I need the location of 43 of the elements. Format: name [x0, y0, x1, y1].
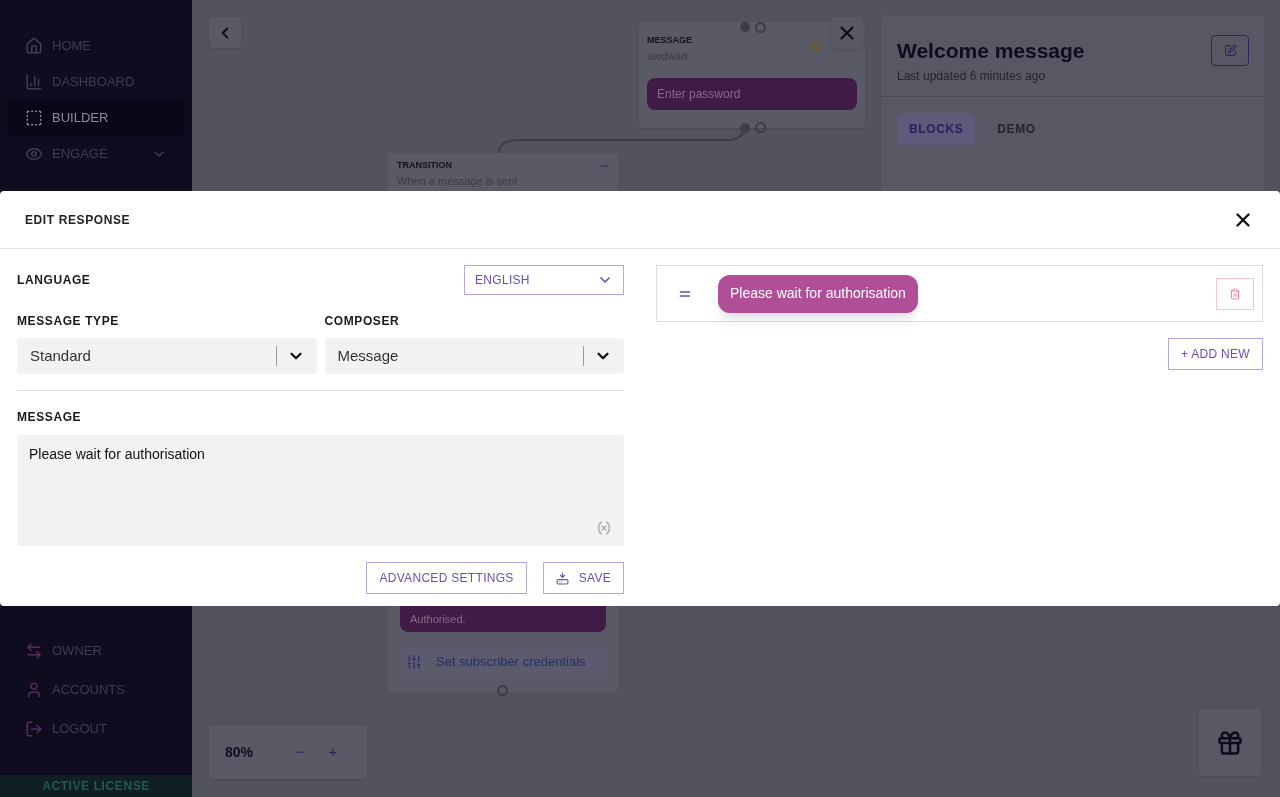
message-type-select[interactable]: Standard	[17, 338, 317, 374]
save-icon	[555, 571, 569, 585]
trash-icon	[1229, 287, 1241, 300]
dialog-title: EDIT RESPONSE	[25, 211, 132, 229]
variable-icon[interactable]	[596, 520, 612, 536]
message-pill: Authorised.	[400, 606, 606, 632]
license-badge: ACTIVE LICENSE	[0, 775, 192, 797]
nav-icon	[25, 720, 43, 738]
message-textarea[interactable]: Please wait for authorisation	[17, 435, 624, 546]
edit-button[interactable]	[1211, 35, 1249, 66]
advanced-settings-button[interactable]: ADVANCED SETTINGS	[366, 562, 527, 594]
sidebar-item[interactable]: BUILDER	[8, 100, 184, 136]
nav-icon	[25, 73, 43, 91]
zoom-out-button[interactable]: −	[277, 740, 323, 764]
nav-icon	[25, 642, 43, 660]
language-select[interactable]: ENGLISH	[464, 265, 624, 295]
gift-button[interactable]	[1199, 709, 1261, 776]
add-new-button[interactable]: + ADD NEW	[1167, 338, 1263, 370]
field-label: MESSAGE TYPE	[17, 313, 120, 330]
field-label: LANGUAGE	[17, 272, 91, 289]
panel-tab[interactable]: BLOCKS	[897, 113, 976, 145]
gift-icon	[1216, 728, 1244, 757]
message-bubble: Please wait for authorisation	[718, 274, 918, 313]
response-row[interactable]: Please wait for authorisation	[656, 265, 1263, 322]
nav-icon	[25, 681, 43, 699]
delete-button[interactable]	[1216, 277, 1254, 310]
nav-icon	[25, 109, 43, 127]
composer-select[interactable]: Message	[324, 338, 624, 374]
zoom-in-button[interactable]: +	[323, 740, 343, 764]
input-pill: Enter password	[647, 78, 857, 110]
save-button[interactable]: SAVE	[542, 562, 624, 594]
panel-title: Welcome message	[897, 38, 1086, 64]
zoom-level: 80%	[225, 742, 255, 762]
field-label: MESSAGE	[17, 409, 83, 426]
sliders-icon	[406, 654, 422, 670]
more-menu[interactable]: ...	[600, 159, 609, 169]
node-type: MESSAGE	[647, 34, 693, 47]
node-type: TRANSITION	[397, 159, 453, 172]
back-button[interactable]	[209, 17, 241, 48]
edit-icon	[1223, 44, 1237, 57]
field-label: COMPOSER	[324, 313, 401, 330]
nav-icon	[25, 37, 43, 55]
nav-icon	[25, 145, 43, 163]
